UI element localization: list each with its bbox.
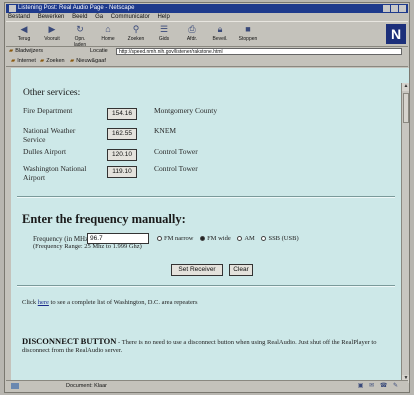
component-bar-icons[interactable]: ▣ ✉ ☎ ✎ bbox=[358, 383, 400, 389]
divider bbox=[17, 196, 395, 198]
link-new-cool[interactable]: ▰ Nieuw&gaaf bbox=[70, 57, 106, 66]
frequency-range: (Frequency Range: 25 Mhz to 1.999 Ghz) bbox=[33, 243, 142, 250]
forward-button[interactable]: ▶ Vooruit bbox=[40, 24, 64, 45]
scroll-up-icon[interactable]: ▲ bbox=[402, 83, 409, 91]
stop-button[interactable]: ■ Stoppen bbox=[236, 24, 260, 45]
clear-button[interactable]: Clear bbox=[229, 264, 253, 276]
bookmark-icon: ▰ bbox=[9, 48, 14, 54]
repeaters-paragraph: Click here to see a complete list of Was… bbox=[22, 299, 198, 306]
stop-icon: ■ bbox=[245, 24, 251, 34]
security-button[interactable]: 🔒︎ Beveil. bbox=[208, 24, 232, 45]
url-field[interactable]: http://speed.nmh.nih.gov/listener/raksto… bbox=[116, 48, 402, 55]
service-desc: Montgomery County bbox=[154, 106, 218, 115]
service-name: National Weather Service bbox=[23, 126, 76, 144]
print-button[interactable]: ⎙ Afdr. bbox=[180, 24, 204, 45]
maximize-button[interactable] bbox=[391, 5, 398, 12]
service-freq-button[interactable]: 154.16 bbox=[107, 108, 137, 120]
link-search[interactable]: ▰ Zoeken bbox=[40, 57, 65, 66]
minimize-button[interactable] bbox=[383, 5, 390, 12]
radio-circle-icon bbox=[157, 236, 162, 241]
menu-communicator[interactable]: Communicator bbox=[111, 14, 150, 20]
home-icon: ⌂ bbox=[105, 24, 111, 34]
frequency-label: Frequency (in MHz) bbox=[33, 235, 91, 243]
menu-help[interactable]: Help bbox=[157, 14, 169, 20]
service-freq-button[interactable]: 119.10 bbox=[107, 166, 137, 178]
disconnect-title: DISCONNECT BUTTON bbox=[22, 336, 117, 346]
repeaters-link[interactable]: here bbox=[38, 299, 49, 306]
menu-edit[interactable]: Bewerken bbox=[38, 14, 65, 20]
browser-window: Listening Post: Real Audio Page - Netsca… bbox=[4, 2, 410, 393]
service-name: Dulles Airport bbox=[23, 147, 67, 156]
bookmark-icon: ▰ bbox=[70, 58, 75, 64]
app-icon bbox=[9, 5, 16, 12]
radio-fm-narrow[interactable]: FM narrow bbox=[157, 235, 193, 242]
service-freq-button[interactable]: 120.10 bbox=[107, 149, 137, 161]
home-button[interactable]: ⌂ Home bbox=[96, 24, 120, 45]
service-desc: Control Tower bbox=[154, 164, 198, 173]
radio-circle-icon bbox=[237, 236, 243, 241]
service-desc: Control Tower bbox=[154, 147, 198, 156]
personal-toolbar: ▰ Internet ▰ Zoeken ▰ Nieuw&gaaf bbox=[6, 57, 408, 67]
status-bar: Document: Klaar ▣ ✉ ☎ ✎ bbox=[6, 380, 408, 391]
bookmark-icon: ▰ bbox=[11, 58, 16, 64]
service-desc: KNEM bbox=[154, 126, 177, 135]
guide-button[interactable]: ☰ Gids bbox=[152, 24, 176, 45]
search-icon: ⚲ bbox=[132, 24, 140, 34]
guide-icon: ☰ bbox=[159, 24, 169, 34]
navigation-toolbar: ◀ Terug ▶ Vooruit ↻ Opn. laden ⌂ Home ⚲ Zoeke… bbox=[6, 21, 408, 48]
service-name: Washington National Airport bbox=[23, 164, 87, 182]
bookmarks-button[interactable]: ▰ Bladwijzers bbox=[9, 47, 43, 56]
security-icon: 🔒︎ bbox=[217, 24, 223, 34]
radio-circle-icon bbox=[200, 236, 206, 241]
print-icon: ⎙ bbox=[188, 24, 196, 34]
mode-radio-group: FM narrow FM wide AM SSB (USB) bbox=[157, 235, 304, 242]
netscape-logo: N bbox=[386, 24, 406, 44]
menu-go[interactable]: Ga bbox=[95, 14, 103, 20]
service-name: Fire Department bbox=[23, 106, 73, 115]
page-content: Other services: Fire Department 154.16 M… bbox=[11, 83, 401, 383]
disconnect-paragraph: DISCONNECT BUTTON - There is no need to … bbox=[22, 336, 377, 354]
frequency-heading: Enter the frequency manually: bbox=[22, 212, 186, 226]
scroll-thumb[interactable] bbox=[403, 93, 409, 123]
link-internet[interactable]: ▰ Internet bbox=[11, 57, 36, 66]
window-title: Listening Post: Real Audio Page - Netsca… bbox=[18, 5, 135, 11]
location-bar: ▰ Bladwijzers Locatie http://speed.nmh.ni… bbox=[6, 47, 408, 56]
radio-circle-icon bbox=[261, 236, 267, 241]
back-arrow-icon: ◀ bbox=[20, 24, 28, 34]
status-text: Document: Klaar bbox=[66, 383, 107, 389]
radio-am[interactable]: AM bbox=[237, 235, 255, 242]
back-button[interactable]: ◀ Terug bbox=[12, 24, 36, 45]
reload-icon: ↻ bbox=[76, 24, 84, 34]
security-status-icon bbox=[11, 383, 19, 389]
reload-button[interactable]: ↻ Opn. laden bbox=[68, 24, 92, 48]
service-freq-button[interactable]: 162.55 bbox=[107, 128, 137, 140]
forward-arrow-icon: ▶ bbox=[48, 24, 56, 34]
vertical-scrollbar[interactable]: ▲ ▼ bbox=[401, 83, 409, 383]
set-receiver-button[interactable]: Set Receiver bbox=[171, 264, 223, 276]
menu-bar: Bestand Bewerken Beeld Ga Communicator H… bbox=[6, 13, 408, 21]
radio-fm-wide[interactable]: FM wide bbox=[200, 235, 231, 242]
close-button[interactable] bbox=[399, 5, 406, 12]
bookmark-icon: ▰ bbox=[40, 58, 45, 64]
menu-view[interactable]: Beeld bbox=[72, 14, 87, 20]
search-button[interactable]: ⚲ Zoeken bbox=[124, 24, 148, 45]
location-label: Locatie bbox=[90, 48, 108, 54]
radio-ssb-usb[interactable]: SSB (USB) bbox=[261, 235, 299, 242]
menu-file[interactable]: Bestand bbox=[8, 14, 30, 20]
title-bar: Listening Post: Real Audio Page - Netsca… bbox=[6, 4, 408, 13]
other-services-heading: Other services: bbox=[23, 88, 81, 98]
divider bbox=[17, 285, 395, 287]
content-top bbox=[11, 68, 409, 83]
